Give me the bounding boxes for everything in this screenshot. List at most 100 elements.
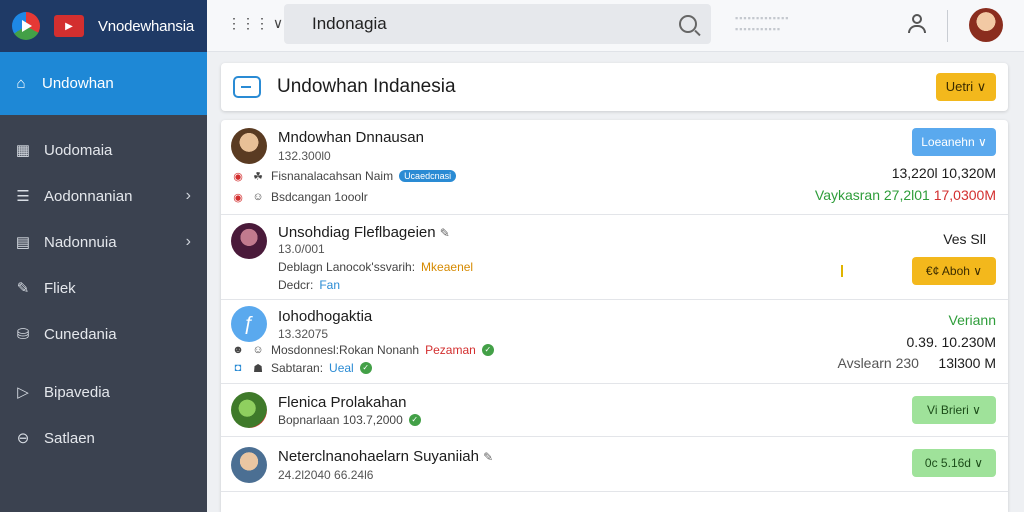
list-item[interactable]: Mndowhan Dnnausan 132.300l0 ◉ ☘ Fisnanal…	[221, 120, 1008, 215]
row-detail-line: ☻ ☺ Mosdonnesl:Rokan Nonanh Pezaman ✓	[231, 343, 494, 357]
edit-icon[interactable]: ✎	[483, 450, 493, 464]
sidebar-item-label: Undowhan	[42, 75, 114, 92]
location-icon: ◉	[233, 170, 243, 183]
row-dropdown-button[interactable]: €¢ Aboh ∨	[912, 257, 996, 285]
search-icon[interactable]	[679, 15, 697, 33]
avatar	[231, 447, 267, 483]
row-value-green: Vaykasran 27,2l01	[814, 187, 930, 203]
row-subtitle: 13.32075	[278, 327, 329, 341]
page-header-card: Undowhan Indanesia Uetri ∨	[221, 63, 1008, 111]
sidebar-item-cunedania[interactable]: ⛁ Cunedania	[0, 311, 207, 357]
sidebar-item-label: Cunedania	[44, 325, 117, 343]
row-title: Mndowhan Dnnausan	[278, 129, 424, 146]
row-detail-value: Ueal	[329, 361, 354, 375]
info-avatar: ƒ	[231, 306, 267, 342]
row-detail-line: ◉ ☘ Fisnanalacahsan Naim Ucaedcnasi	[231, 169, 457, 183]
sidebar-item-label: Aodonnanian	[44, 187, 133, 205]
location-icon: ◉	[233, 191, 243, 204]
avatar	[231, 392, 267, 428]
row-value: Ves Sll	[943, 231, 986, 247]
list-item[interactable]: Unsohdiag Fleflbageien ✎ 13.0/001 Deblag…	[221, 215, 1008, 300]
check-icon: ✓	[481, 344, 494, 356]
sidebar-item-home[interactable]: ⌂ Undowhan	[0, 52, 207, 115]
sidebar-item-label: Nadonnuia	[44, 233, 117, 251]
status-badge: Ucaedcnasi	[399, 170, 457, 182]
row-subtitle: 13.0/001	[278, 242, 325, 256]
people-icon: ☺	[252, 191, 264, 203]
app-logo-icon[interactable]	[12, 12, 40, 40]
page-title: Undowhan Indanesia	[277, 76, 456, 97]
row-dropdown-button[interactable]: Vi Brieri ∨	[912, 396, 996, 424]
row-detail-line: ◘ ☗ Sabtaran: Ueal ✓	[231, 361, 372, 375]
brand-title: Vnodewhansia	[98, 17, 195, 35]
brand-bar: ▶ Vnodewhansia	[0, 0, 207, 52]
list-item[interactable]: Neterclnanohaelarn Suyaniiah ✎ 24.2l2040…	[221, 437, 1008, 492]
search-input[interactable]	[312, 14, 679, 34]
row-value: 13,220l 10,320M	[891, 165, 996, 181]
sidebar-item-label: Satlaen	[44, 429, 95, 447]
item-list: Mndowhan Dnnausan 132.300l0 ◉ ☘ Fisnanal…	[221, 120, 1008, 512]
row-subtitle: 132.300l0	[278, 149, 331, 163]
message-icon	[233, 76, 261, 98]
row-detail-text: Bsdcangan 1ooolr	[271, 190, 368, 204]
sidebar-item-satlaen[interactable]: ⊖ Satlaen	[0, 415, 207, 461]
edit-icon[interactable]: ✎	[440, 226, 450, 240]
row-value: 0.39. 10.230M	[906, 334, 996, 350]
app-window: ▶ Vnodewhansia ⌂ Undowhan ▦ Uodomaia ☰ A…	[0, 0, 1024, 512]
row-status: Veriann	[948, 312, 996, 328]
status-tag: Mkeaenel	[421, 260, 474, 274]
row-title-text: Unsohdiag Fleflbageien	[278, 224, 436, 241]
sidebar-item-aodonnanian[interactable]: ☰ Aodonnanian ›	[0, 173, 207, 219]
row-detail-line: ◉ ☺ Bsdcangan 1ooolr	[231, 190, 368, 204]
marker	[841, 265, 843, 277]
sidebar-item-label: Uodomaia	[44, 141, 113, 159]
play-icon: ▷	[17, 384, 29, 401]
sidebar: ▶ Vnodewhansia ⌂ Undowhan ▦ Uodomaia ☰ A…	[0, 0, 207, 512]
top-bar: ⋮⋮⋮ ∨ ▪▪▪▪▪▪▪▪▪▪▪▪▪▪▪▪▪▪▪▪▪▪▪▪	[207, 0, 1024, 52]
sidebar-item-fliek[interactable]: ✎ Fliek	[0, 265, 207, 311]
row-detail-label: Sabtaran:	[271, 361, 324, 375]
apps-grid-icon[interactable]: ⋮⋮⋮ ∨	[227, 15, 283, 32]
people-icon: ☺	[252, 344, 264, 356]
row-subtitle-line: Bopnarlaan 103.7,2000 ✓	[278, 413, 421, 427]
row-dropdown-button[interactable]: Loeanehn ∨	[912, 128, 996, 156]
row-detail-text: Mosdonnesl:Rokan Nonanh	[271, 343, 420, 357]
row-value-red: 17,0300M	[933, 187, 996, 203]
list-item[interactable]: Flenica Prolakahan Bopnarlaan 103.7,2000…	[221, 384, 1008, 437]
row-title: Flenica Prolakahan	[278, 394, 407, 411]
row-detail-text: Deblagn Lanocok'ssvarih:	[278, 260, 416, 274]
row-title-text: Neterclnanohaelarn Suyaniiah	[278, 448, 479, 465]
list-icon: ☰	[16, 188, 30, 205]
disk-icon: ⊖	[16, 430, 30, 447]
sidebar-item-nadonnuia[interactable]: ▤ Nadonnuia ›	[0, 219, 207, 265]
header-dropdown-button[interactable]: Uetri ∨	[936, 73, 996, 101]
bag-icon: ⛁	[16, 326, 30, 343]
check-icon: ✓	[359, 362, 372, 374]
people-icon: ☻	[232, 344, 244, 356]
row-detail-line: Dedcr: Fan	[278, 278, 340, 292]
avatar	[231, 223, 267, 259]
row-value-right: 13l300 M	[938, 355, 996, 371]
list-item[interactable]: ƒ Iohodhogaktia 13.32075 ☻ ☺ Mosdonnesl:…	[221, 300, 1008, 384]
row-dropdown-button[interactable]: 0c 5.16d ∨	[912, 449, 996, 477]
sidebar-item-bipavedia[interactable]: ▷ Bipavedia	[0, 369, 207, 415]
avatar[interactable]	[969, 8, 1003, 42]
user-icon[interactable]	[907, 14, 927, 36]
status-tag: Pezaman	[425, 343, 476, 357]
faint-placeholder: ▪▪▪▪▪▪▪▪▪▪▪▪▪ ▪▪▪▪▪▪▪▪▪▪▪	[735, 13, 790, 34]
search-bar[interactable]	[284, 4, 711, 44]
row-subtitle: 24.2l2040 66.24l6	[278, 468, 374, 482]
flag-icon: ▶	[54, 15, 84, 37]
people-icon: ☘	[253, 170, 263, 183]
row-title: Iohodhogaktia	[278, 308, 373, 325]
sidebar-item-label: Bipavedia	[44, 383, 110, 401]
photo-icon: ◘	[234, 362, 242, 374]
row-detail-label: Dedcr:	[278, 278, 314, 292]
pen-icon: ✎	[16, 280, 30, 297]
building-icon: ▦	[15, 142, 31, 159]
sidebar-item-uodomaia[interactable]: ▦ Uodomaia	[0, 127, 207, 173]
check-icon: ✓	[408, 414, 421, 426]
bag-icon: ☗	[253, 362, 263, 375]
chevron-right-icon: ›	[185, 187, 191, 204]
row-value-left: Avslearn 230	[837, 355, 919, 371]
